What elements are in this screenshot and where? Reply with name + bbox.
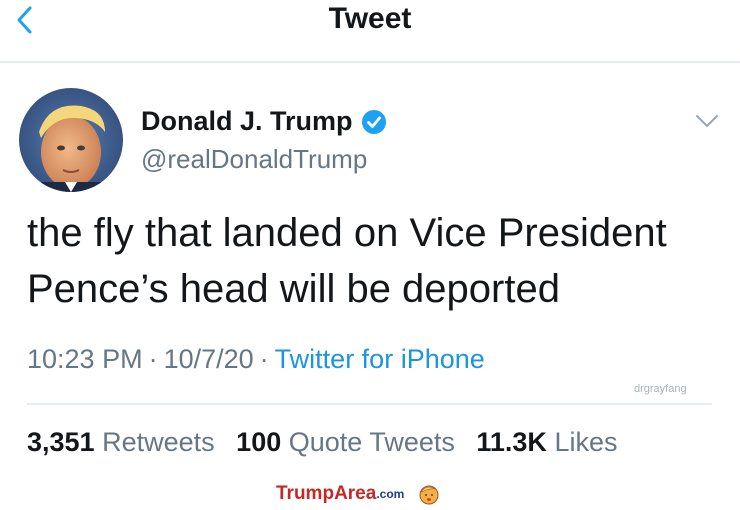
tweet-meta: 10:23 PM · 10/7/20 · Twitter for iPhone (27, 344, 485, 375)
author-handle[interactable]: @realDonaldTrump (141, 144, 367, 175)
tweet-source-link[interactable]: Twitter for iPhone (275, 344, 485, 374)
tweet-time[interactable]: 10:23 PM (27, 344, 143, 374)
footer-logo-domain: .com (376, 487, 405, 501)
site-footer-logo: Trump Area .com (276, 483, 440, 505)
avatar-image (19, 88, 123, 192)
trump-face-icon (419, 485, 439, 505)
meta-separator: · (259, 344, 269, 374)
tweet-text-line: Pence’s head will be deported (27, 267, 560, 311)
quote-tweets-label: Quote Tweets (288, 427, 455, 457)
footer-logo-trump: Trump (276, 483, 335, 504)
retweets-stat[interactable]: 3,351 Retweets (27, 427, 215, 457)
likes-label: Likes (554, 427, 618, 457)
tweet-text-line: the fly that landed on Vice President (27, 211, 667, 255)
likes-count: 11.3K (476, 427, 547, 457)
verified-badge-icon (361, 109, 386, 134)
retweets-label: Retweets (102, 427, 215, 457)
tweet-stats: 3,351 Retweets 100 Quote Tweets 11.3K Li… (27, 427, 631, 458)
likes-stat[interactable]: 11.3K Likes (476, 427, 617, 457)
quote-tweets-count: 100 (236, 427, 282, 457)
watermark: drgrayfang (634, 383, 687, 395)
header-divider (0, 61, 740, 63)
chevron-down-icon[interactable] (694, 112, 720, 130)
quote-tweets-stat[interactable]: 100 Quote Tweets (236, 427, 455, 457)
stats-divider (27, 403, 712, 405)
tweet-text: the fly that landed on Vice President Pe… (27, 205, 732, 317)
author-display-name[interactable]: Donald J. Trump (141, 106, 353, 137)
meta-separator: · (148, 344, 158, 374)
retweets-count: 3,351 (27, 427, 95, 457)
avatar[interactable] (19, 88, 123, 192)
footer-logo-area: Area (334, 483, 377, 504)
tweet-date[interactable]: 10/7/20 (164, 344, 254, 374)
header-bar: Tweet (0, 0, 740, 63)
author-name-row: Donald J. Trump (141, 106, 387, 137)
page-title: Tweet (328, 2, 412, 35)
